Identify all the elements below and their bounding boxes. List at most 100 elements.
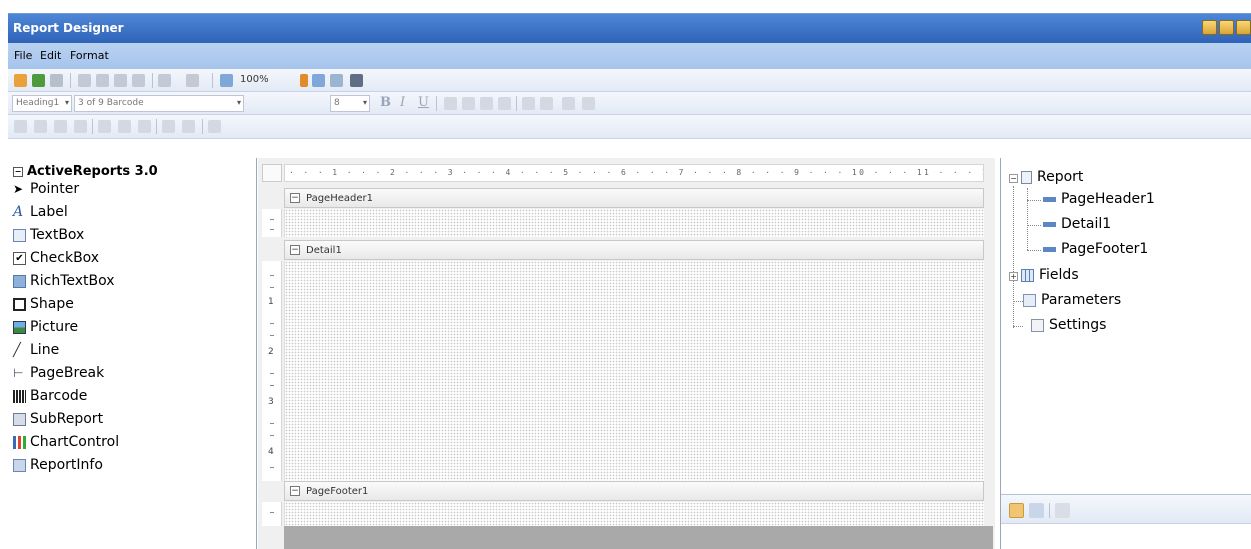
new-icon[interactable] [14,74,27,87]
toolbox-item-checkbox[interactable]: ✔ CheckBox [13,247,99,269]
open-icon[interactable] [32,74,45,87]
toolbox-item-chartcontrol[interactable]: ChartControl [13,431,119,453]
window-controls [1202,20,1251,35]
paste-icon[interactable] [114,74,127,87]
align-left-icon[interactable] [444,97,457,110]
toolbox-item-textbox[interactable]: TextBox [13,224,84,246]
toolbox-item-pointer[interactable]: ➤ Pointer [13,178,79,200]
section-band-pagefooter[interactable]: − PageFooter1 [284,481,984,501]
same-width-icon[interactable] [162,120,175,133]
zoom-out-icon[interactable] [330,74,343,87]
tree-label: PageFooter1 [1061,241,1149,257]
align-centers-icon[interactable] [54,120,67,133]
categorized-icon[interactable] [1009,503,1024,518]
zoom-dropdown-icon[interactable] [300,74,308,87]
toolbox-title: ActiveReports 3.0 [27,164,158,179]
zoom-in-icon[interactable] [312,74,325,87]
vertical-ruler-footer [262,502,282,526]
toolbox-item-label[interactable]: A Label [13,201,68,223]
zoom-icon[interactable] [220,74,233,87]
style-combo[interactable]: Heading1 ▾ [12,95,72,112]
highlight-icon[interactable] [562,97,575,110]
pageheader-section-grid[interactable] [284,209,984,237]
zoom-level[interactable]: 100% [240,74,269,85]
toolbox-item-line[interactable]: ╱ Line [13,339,59,361]
indent-icon[interactable] [540,97,553,110]
align-lefts-icon[interactable] [34,120,47,133]
help-button[interactable] [1202,20,1217,35]
toolbox-item-label: Label [30,204,68,220]
tree-item-report[interactable]: Report [1021,169,1083,185]
align-middles-icon[interactable] [118,120,131,133]
line-icon: ╱ [13,342,21,358]
designer-background [284,526,993,549]
report-designer-surface[interactable]: · · · 1 · · · 2 · · · 3 · · · 4 · · · 5 … [258,158,995,549]
font-combo[interactable]: 3 of 9 Barcode ▾ [74,95,244,112]
size-combo[interactable]: 8 ▾ [330,95,370,112]
justify-icon[interactable] [498,97,511,110]
toolbox-item-shape[interactable]: Shape [13,293,74,315]
toolbox-item-richtextbox[interactable]: RichTextBox [13,270,115,292]
toolbox-item-subreport[interactable]: SubReport [13,408,103,430]
ruler-number: 1 [268,297,274,307]
sort-alphabetical-icon[interactable] [1029,503,1044,518]
collapse-icon[interactable]: − [290,193,300,203]
same-height-icon[interactable] [182,120,195,133]
maximize-button[interactable] [1236,20,1251,35]
menu-format[interactable]: Format [70,49,109,62]
title-bar: Report Designer [8,13,1251,43]
horizontal-ruler: · · · 1 · · · 2 · · · 3 · · · 4 · · · 5 … [284,164,984,182]
outdent-icon[interactable] [522,97,535,110]
collapse-icon[interactable]: − [290,245,300,255]
collapse-icon[interactable]: − [290,486,300,496]
italic-button[interactable]: I [400,95,405,110]
tree-item-parameters[interactable]: Parameters [1023,292,1121,308]
font-color-icon[interactable] [582,97,595,110]
align-rights-icon[interactable] [74,120,87,133]
toolbox-item-barcode[interactable]: Barcode [13,385,87,407]
undo-icon[interactable] [158,74,171,87]
expand-icon[interactable]: + [1009,272,1018,281]
toolbox-item-pagebreak[interactable]: ⊢ PageBreak [13,362,104,384]
align-center-icon[interactable] [462,97,475,110]
tree-item-fields[interactable]: Fields [1021,267,1079,283]
save-icon[interactable] [50,74,63,87]
label-icon: A [13,203,24,220]
same-size-icon[interactable] [208,120,221,133]
detail-section-grid[interactable] [284,261,984,481]
menu-edit[interactable]: Edit [40,49,61,62]
align-bottoms-icon[interactable] [138,120,151,133]
property-pages-icon[interactable] [1055,503,1070,518]
tree-item-pagefooter[interactable]: PageFooter1 [1043,241,1148,257]
align-tops-icon[interactable] [98,120,111,133]
section-label: PageHeader1 [306,192,373,204]
toolbox-item-reportinfo[interactable]: ReportInfo [13,454,103,476]
redo-icon[interactable] [186,74,199,87]
toolbox-item-picture[interactable]: Picture [13,316,78,338]
grid-icon[interactable] [350,74,363,87]
pagefooter-section-grid[interactable] [284,502,984,526]
tree-item-pageheader[interactable]: PageHeader1 [1043,191,1155,207]
ruler-number: 2 [268,347,274,357]
section-band-detail[interactable]: − Detail1 [284,240,984,260]
ruler-corner [262,164,282,182]
cut-icon[interactable] [78,74,91,87]
expand-icon[interactable]: − [1009,174,1018,183]
copy-icon[interactable] [96,74,109,87]
align-to-grid-icon[interactable] [14,120,27,133]
toolbox-header[interactable]: − ActiveReports 3.0 [13,164,158,179]
align-right-icon[interactable] [480,97,493,110]
menu-file[interactable]: File [14,49,32,62]
toolbox-item-label: SubReport [30,411,104,427]
section-band-pageheader[interactable]: − PageHeader1 [284,188,984,208]
toolbox-item-label: Line [30,342,60,358]
section-label: PageFooter1 [306,485,369,497]
tree-item-settings[interactable]: Settings [1031,317,1106,333]
toolbox-item-label: Pointer [30,181,80,197]
tree-item-detail[interactable]: Detail1 [1043,216,1111,232]
delete-icon[interactable] [132,74,145,87]
minimize-button[interactable] [1219,20,1234,35]
underline-button[interactable]: U [418,95,429,110]
bold-button[interactable]: B [380,95,391,110]
collapse-icon[interactable]: − [13,166,23,177]
